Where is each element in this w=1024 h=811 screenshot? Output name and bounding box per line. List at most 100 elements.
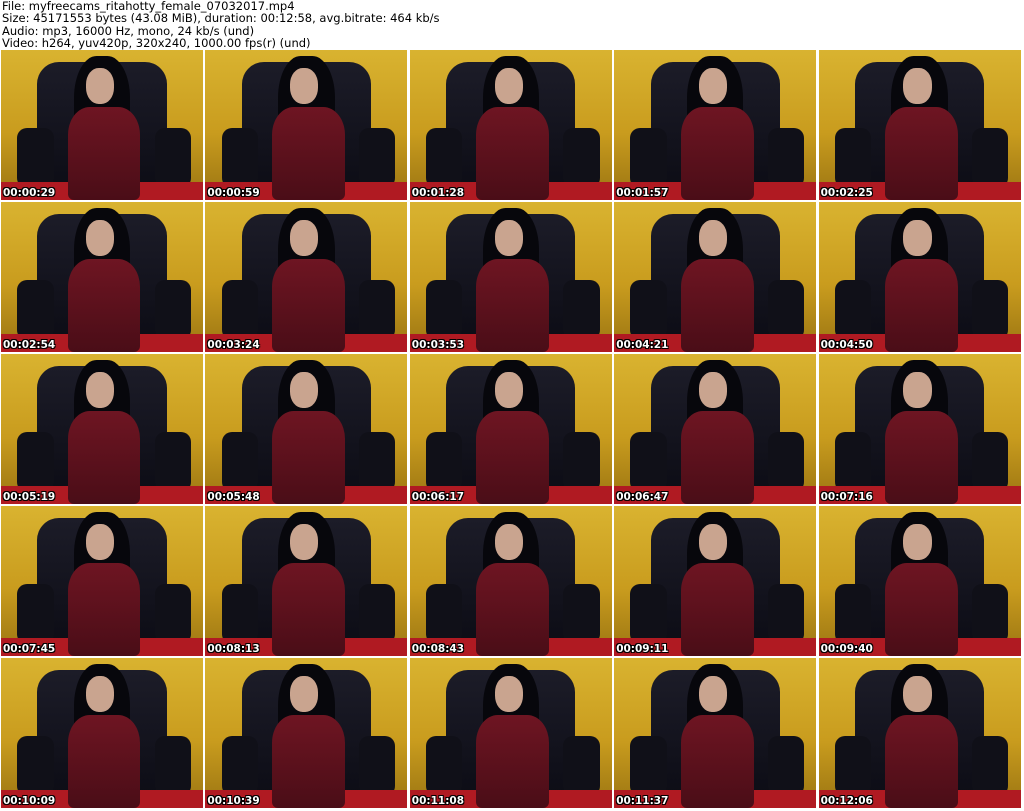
video-thumbnail[interactable]: 00:07:16 [818, 354, 1021, 504]
dress [67, 107, 141, 200]
chair-arm-left [221, 432, 258, 492]
video-thumbnail[interactable]: 00:05:48 [205, 354, 408, 504]
face [699, 524, 728, 560]
video-thumbnail[interactable]: 00:12:06 [818, 658, 1021, 808]
chair-arm-left [834, 736, 872, 796]
video-thumbnail[interactable]: 00:06:47 [614, 354, 817, 504]
video-thumbnail[interactable]: 00:07:45 [1, 506, 203, 656]
video-thumbnail[interactable]: 00:10:39 [205, 658, 408, 808]
dress [67, 411, 141, 504]
video-thumbnail[interactable]: 00:01:57 [614, 50, 817, 200]
thumbnail-timestamp: 00:10:09 [3, 795, 56, 807]
face [85, 220, 115, 256]
video-thumbnail[interactable]: 00:03:24 [205, 202, 408, 352]
face [494, 220, 523, 256]
chair-arm-left [834, 280, 872, 340]
thumbnail-timestamp: 00:07:45 [3, 643, 56, 655]
chair-arm-left [17, 432, 54, 492]
dress [67, 715, 141, 808]
video-info-line: Video: h264, yuv420p, 320x240, 1000.00 f… [2, 35, 311, 50]
face [494, 524, 523, 560]
chair-arm-right [767, 280, 805, 340]
video-thumbnail[interactable]: 00:05:19 [1, 354, 203, 504]
video-thumbnail[interactable]: 00:09:40 [818, 506, 1021, 656]
chair-arm-left [834, 432, 872, 492]
chair-arm-left [221, 128, 258, 188]
chair-arm-right [563, 736, 600, 796]
thumbnail-timestamp: 00:09:40 [820, 643, 873, 655]
dress [272, 563, 345, 656]
dress [680, 563, 754, 656]
chair-arm-left [630, 584, 667, 644]
dress [272, 411, 345, 504]
chair-arm-left [425, 128, 463, 188]
face [85, 524, 115, 560]
video-thumbnail[interactable]: 00:00:59 [205, 50, 408, 200]
chair-arm-right [563, 128, 600, 188]
face [903, 68, 932, 104]
chair-arm-right [154, 280, 191, 340]
thumbnail-timestamp: 00:04:21 [616, 339, 669, 351]
thumbnail-timestamp: 00:03:24 [207, 339, 260, 351]
dress [680, 715, 754, 808]
thumbnail-timestamp: 00:02:25 [820, 187, 873, 199]
thumbnail-timestamp: 00:05:19 [3, 491, 56, 503]
face [699, 68, 728, 104]
thumbnail-timestamp: 00:10:39 [207, 795, 260, 807]
dress [476, 107, 550, 200]
thumbnail-timestamp: 00:09:11 [616, 643, 669, 655]
video-thumbnail[interactable]: 00:06:17 [409, 354, 612, 504]
video-thumbnail[interactable]: 00:10:09 [1, 658, 203, 808]
thumbnail-timestamp: 00:07:16 [820, 491, 873, 503]
face [290, 372, 319, 408]
thumbnail-timestamp: 00:01:57 [616, 187, 669, 199]
thumbnail-timestamp: 00:00:59 [207, 187, 260, 199]
chair-arm-left [630, 432, 667, 492]
chair-arm-right [767, 584, 805, 644]
chair-arm-left [425, 280, 463, 340]
chair-arm-right [972, 432, 1009, 492]
chair-arm-right [972, 584, 1009, 644]
dress [272, 259, 345, 352]
video-thumbnail[interactable]: 00:02:25 [818, 50, 1021, 200]
video-thumbnail[interactable]: 00:02:54 [1, 202, 203, 352]
video-thumbnail[interactable]: 00:04:50 [818, 202, 1021, 352]
dress [476, 563, 550, 656]
face [290, 220, 319, 256]
video-thumbnail[interactable]: 00:03:53 [409, 202, 612, 352]
dress [885, 411, 958, 504]
chair-arm-right [972, 736, 1009, 796]
thumbnail-timestamp: 00:11:08 [411, 795, 465, 807]
thumbnail-timestamp: 00:08:13 [207, 643, 260, 655]
face [290, 676, 319, 712]
video-thumbnail[interactable]: 00:08:13 [205, 506, 408, 656]
chair-arm-right [358, 736, 396, 796]
video-thumbnail[interactable]: 00:11:08 [409, 658, 612, 808]
face [699, 372, 728, 408]
chair-arm-left [17, 280, 54, 340]
video-thumbnail[interactable]: 00:08:43 [409, 506, 612, 656]
thumbnail-timestamp: 00:06:17 [411, 491, 465, 503]
thumbnail-grid: 00:00:29 00:00:59 00:01:28 00:01:57 00:02:25… [1, 50, 1024, 810]
video-thumbnail[interactable]: 00:11:37 [614, 658, 817, 808]
face [290, 68, 319, 104]
chair-arm-left [221, 280, 258, 340]
face [903, 220, 932, 256]
face [85, 372, 115, 408]
thumbnail-timestamp: 00:05:48 [207, 491, 260, 503]
video-thumbnail[interactable]: 00:00:29 [1, 50, 203, 200]
dress [885, 107, 958, 200]
file-size-line: Size: 45171553 bytes (43.08 MiB), durati… [2, 11, 440, 26]
video-thumbnail[interactable]: 00:01:28 [409, 50, 612, 200]
video-thumbnail[interactable]: 00:04:21 [614, 202, 817, 352]
face [903, 372, 932, 408]
face [903, 524, 932, 560]
dress [476, 715, 550, 808]
dress [885, 563, 958, 656]
thumbnail-timestamp: 00:12:06 [820, 795, 873, 807]
face [699, 676, 728, 712]
chair-arm-left [425, 432, 463, 492]
chair-arm-right [358, 584, 396, 644]
video-thumbnail[interactable]: 00:09:11 [614, 506, 817, 656]
chair-arm-right [972, 128, 1009, 188]
